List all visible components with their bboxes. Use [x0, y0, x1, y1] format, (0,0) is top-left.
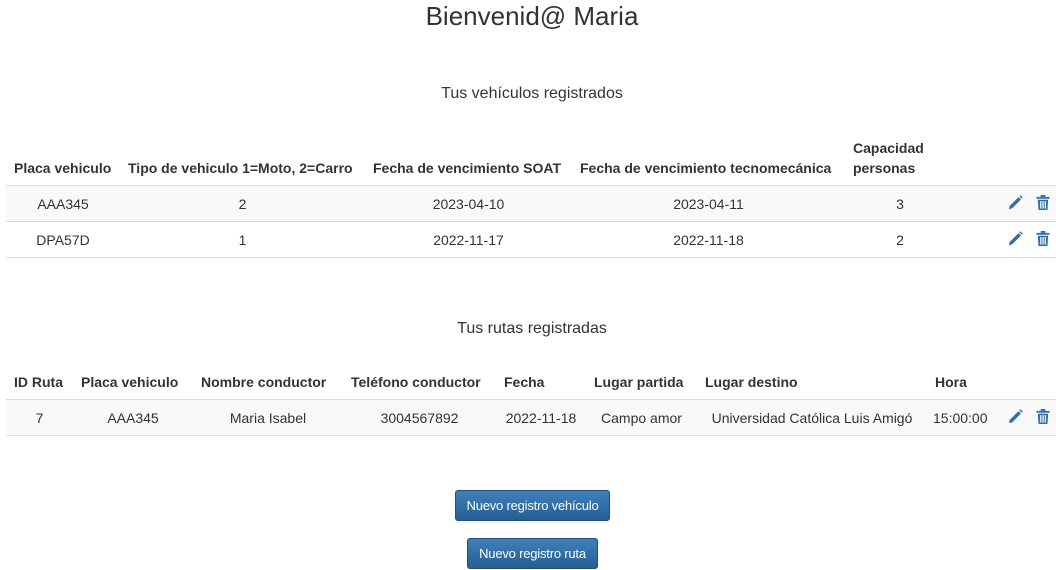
pencil-icon[interactable] [1008, 230, 1023, 249]
col-actions [955, 138, 1056, 186]
table-row: DPA57D 1 2022-11-17 2022-11-18 2 [6, 221, 1056, 258]
trash-icon[interactable] [1036, 230, 1050, 249]
col-nombre-conductor: Nombre conductor [193, 372, 343, 400]
col-fecha-tecnomecanica: Fecha de vencimiento tecnomecánica [572, 138, 845, 186]
row-actions [990, 399, 1056, 436]
col-placa-vehiculo: Placa vehiculo [6, 138, 120, 186]
cell-tecno: 2022-11-18 [572, 221, 845, 258]
cell-telefono: 3004567892 [343, 399, 496, 436]
table-row: AAA345 2 2023-04-10 2023-04-11 3 [6, 185, 1056, 222]
col-fecha: Fecha [496, 372, 586, 400]
new-route-button[interactable]: Nuevo registro ruta [467, 538, 598, 569]
routes-table: ID Ruta Placa vehiculo Nombre conductor … [6, 372, 1056, 436]
routes-section-title: Tus rutas registradas [457, 320, 607, 337]
cell-placa: AAA345 [73, 399, 193, 436]
col-lugar-destino: Lugar destino [697, 372, 927, 400]
page-title: Bienvenid@ Maria [425, 1, 639, 31]
col-telefono-conductor: Teléfono conductor [343, 372, 496, 400]
cell-fecha: 2022-11-18 [496, 399, 586, 436]
cell-placa: AAA345 [6, 185, 120, 222]
col-fecha-soat: Fecha de vencimiento SOAT [365, 138, 572, 186]
col-placa-vehiculo: Placa vehiculo [73, 372, 193, 400]
col-actions [990, 372, 1056, 400]
vehicles-header-row: Placa vehiculo Tipo de vehiculo 1=Moto, … [6, 138, 1056, 186]
cell-tipo: 1 [120, 221, 365, 258]
vehicles-section-title: Tus vehículos registrados [441, 85, 623, 102]
col-id-ruta: ID Ruta [6, 372, 73, 400]
pencil-icon[interactable] [1008, 408, 1023, 427]
cell-destino: Universidad Católica Luis Amigó [697, 399, 927, 436]
col-lugar-partida: Lugar partida [586, 372, 697, 400]
pencil-icon[interactable] [1008, 194, 1023, 213]
cell-partida: Campo amor [586, 399, 697, 436]
col-hora: Hora [927, 372, 990, 400]
routes-header-row: ID Ruta Placa vehiculo Nombre conductor … [6, 372, 1056, 400]
col-tipo-vehiculo: Tipo de vehiculo 1=Moto, 2=Carro [120, 138, 365, 186]
table-row: 7 AAA345 Maria Isabel 3004567892 2022-11… [6, 399, 1056, 436]
row-actions [955, 185, 1056, 222]
row-actions [955, 221, 1056, 258]
cell-hora: 15:00:00 [927, 399, 990, 436]
trash-icon[interactable] [1036, 194, 1050, 213]
cell-capacidad: 3 [845, 185, 955, 222]
cell-soat: 2023-04-10 [365, 185, 572, 222]
vehicles-table: Placa vehiculo Tipo de vehiculo 1=Moto, … [6, 138, 1056, 258]
cell-soat: 2022-11-17 [365, 221, 572, 258]
cell-tecno: 2023-04-11 [572, 185, 845, 222]
trash-icon[interactable] [1036, 408, 1050, 427]
new-vehicle-button[interactable]: Nuevo registro vehículo [455, 490, 610, 521]
cell-tipo: 2 [120, 185, 365, 222]
cell-nombre: Maria Isabel [193, 399, 343, 436]
cell-capacidad: 2 [845, 221, 955, 258]
col-capacidad: Capacidad personas [845, 138, 955, 186]
cell-id: 7 [6, 399, 73, 436]
cell-placa: DPA57D [6, 221, 120, 258]
